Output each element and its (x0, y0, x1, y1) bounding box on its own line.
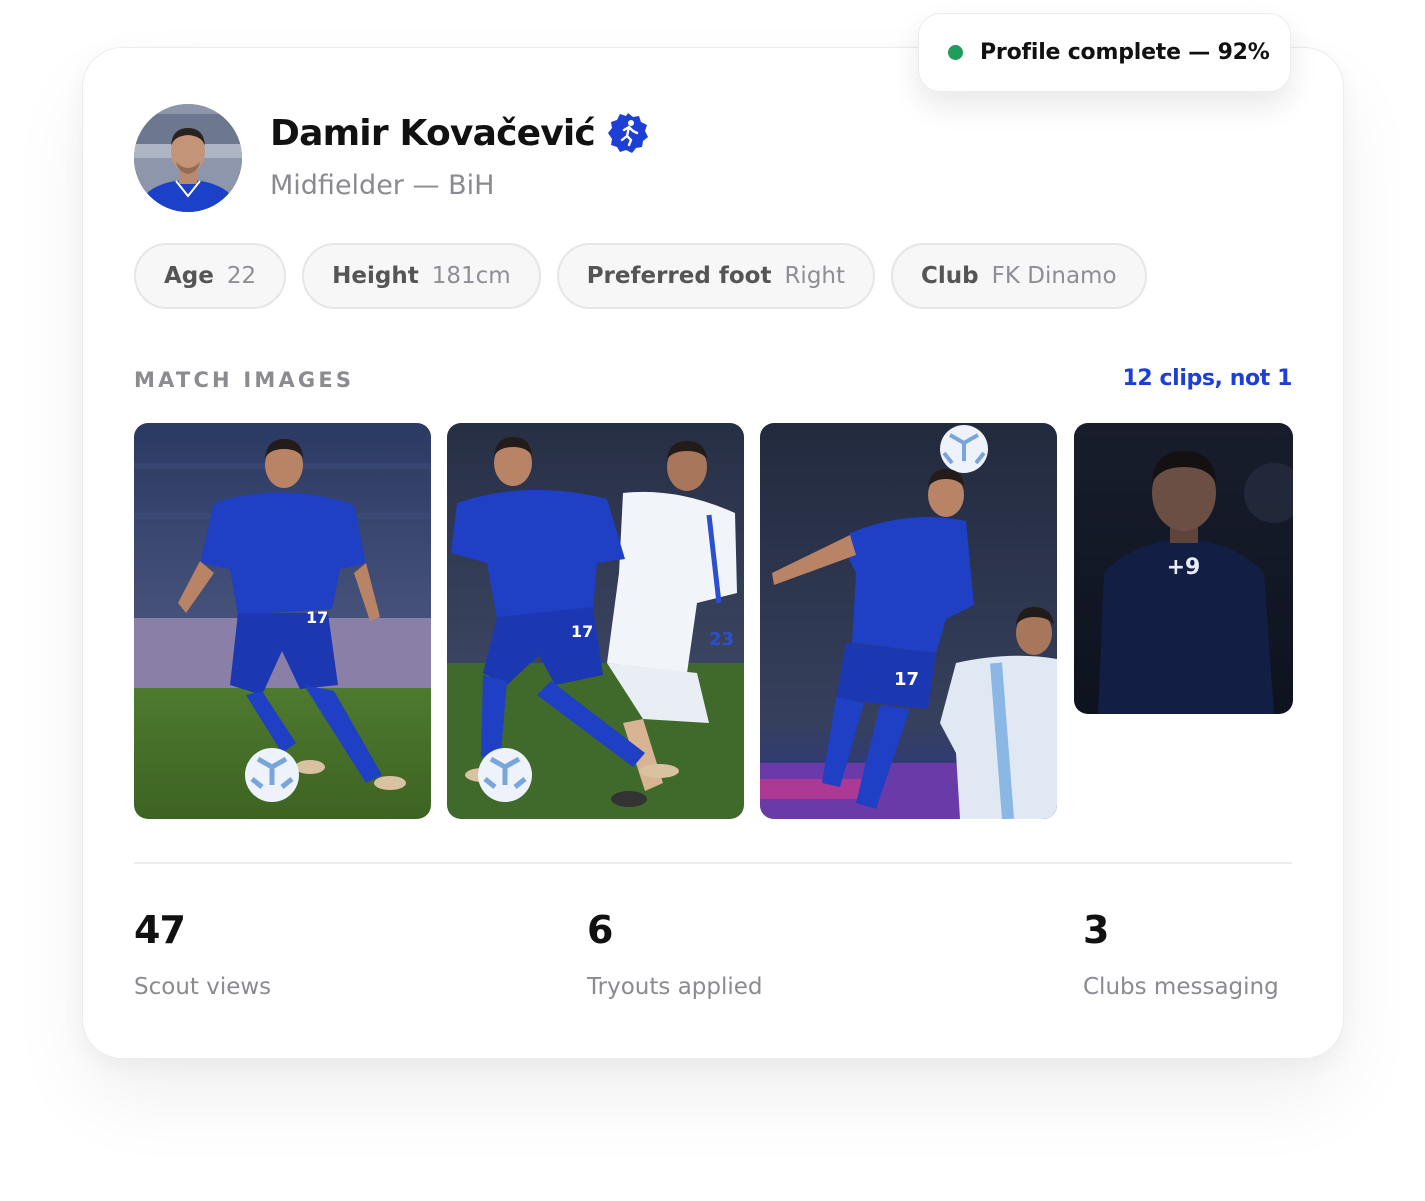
stat-value: 3 (1083, 908, 1109, 952)
stat-tryouts-applied: 6 Tryouts applied (587, 908, 763, 1000)
chip-key: Club (921, 263, 979, 289)
chip-value: 181cm (431, 263, 511, 289)
chip-age[interactable]: Age 22 (134, 243, 287, 309)
player-name-row: Damir Kovačević (270, 112, 649, 154)
jersey-number: 23 (709, 629, 734, 650)
chip-key: Height (332, 263, 419, 289)
stat-label: Scout views (134, 974, 272, 1000)
chip-value: FK Dinamo (991, 263, 1117, 289)
jersey-number: 17 (894, 669, 919, 690)
match-image-more[interactable]: +9 (1074, 423, 1293, 714)
stat-value: 47 (134, 908, 186, 952)
stats-divider (134, 862, 1292, 864)
avatar[interactable] (134, 104, 242, 212)
stat-label: Clubs messaging (1083, 974, 1279, 1000)
attribute-chips: Age 22 Height 181cm Preferred foot Right… (134, 243, 1163, 309)
player-position: Midfielder — BiH (270, 170, 495, 201)
chip-value: Right (784, 263, 846, 289)
running-player-badge-icon (607, 113, 648, 153)
chip-key: Preferred foot (586, 263, 772, 289)
jersey-number: 17 (571, 622, 593, 641)
stat-clubs-messaging: 3 Clubs messaging (1083, 908, 1279, 1000)
more-images-count: +9 (1166, 555, 1201, 580)
stat-value: 6 (587, 908, 613, 952)
profile-complete-badge: Profile complete — 92% (918, 13, 1291, 92)
status-dot-icon (948, 45, 963, 60)
chip-preferred-foot[interactable]: Preferred foot Right (556, 243, 876, 309)
profile-complete-text: Profile complete — 92% (980, 40, 1270, 65)
chip-height[interactable]: Height 181cm (302, 243, 541, 309)
stat-label: Tryouts applied (587, 974, 763, 1000)
chip-value: 22 (226, 263, 257, 289)
chip-key: Age (164, 263, 214, 289)
match-image-3[interactable]: 17 (760, 423, 1057, 819)
chip-club[interactable]: Club FK Dinamo (891, 243, 1147, 309)
player-name: Damir Kovačević (270, 112, 596, 154)
jersey-number: 17 (306, 608, 328, 627)
match-images-heading: MATCH IMAGES (134, 368, 355, 392)
clips-link[interactable]: 12 clips, not 1 (1122, 366, 1292, 391)
stat-scout-views: 47 Scout views (134, 908, 271, 1000)
match-image-1[interactable]: 17 (134, 423, 431, 819)
match-image-2[interactable]: 17 23 (447, 423, 744, 819)
